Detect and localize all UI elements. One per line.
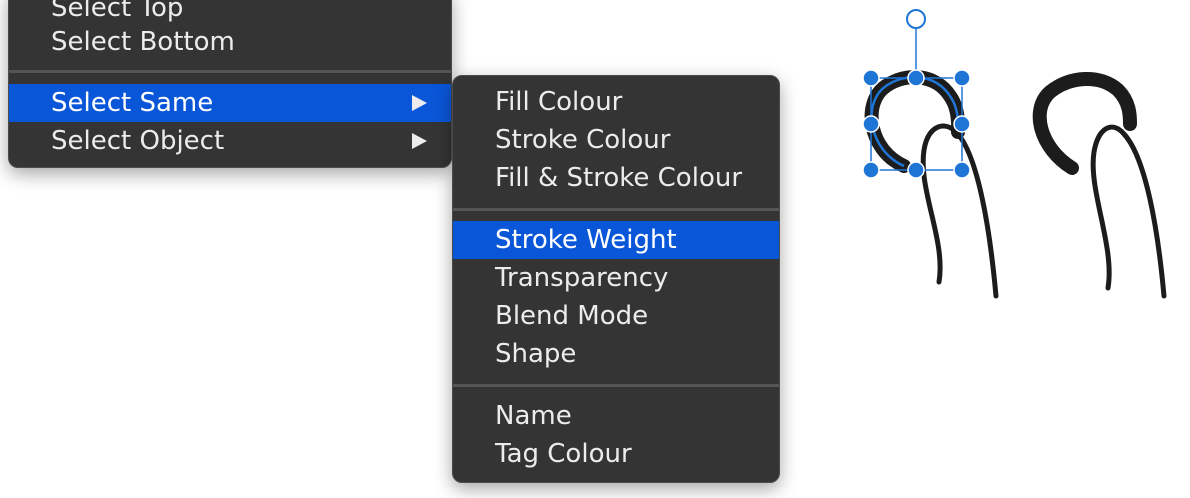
resize-handle-top[interactable] — [907, 69, 925, 87]
resize-handle-top-left[interactable] — [862, 69, 880, 87]
resize-handle-bottom-left[interactable] — [862, 161, 880, 179]
resize-handle-right[interactable] — [953, 115, 971, 133]
thin-curve-stroke-left[interactable] — [920, 123, 999, 299]
resize-handle-bottom[interactable] — [907, 161, 925, 179]
thick-arc-stroke[interactable] — [1032, 71, 1137, 175]
rotation-handle-icon[interactable] — [906, 9, 926, 29]
thin-curve-stroke-right[interactable] — [1090, 124, 1167, 299]
resize-handle-bottom-right[interactable] — [953, 161, 971, 179]
canvas-artwork — [862, 9, 1167, 299]
resize-handle-top-right[interactable] — [953, 69, 971, 87]
resize-handle-left[interactable] — [862, 115, 880, 133]
